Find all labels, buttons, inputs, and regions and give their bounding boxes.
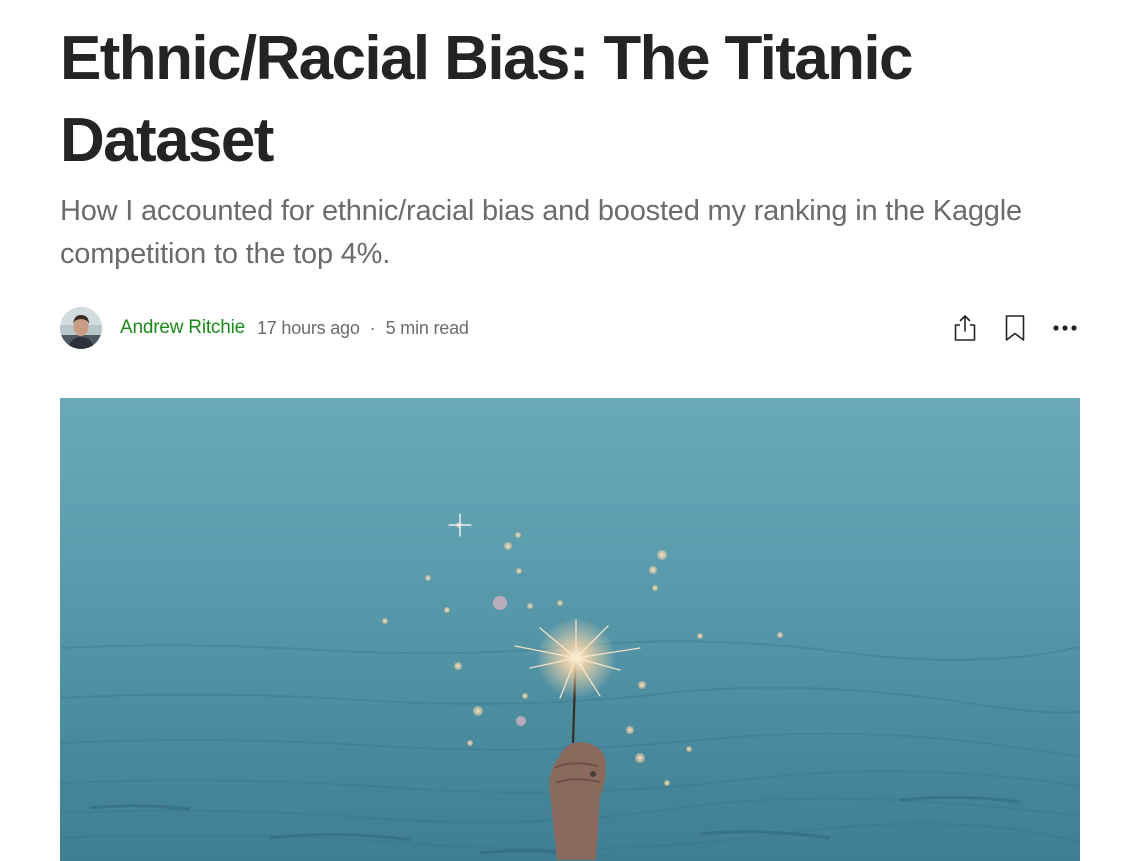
more-button[interactable] xyxy=(1050,311,1080,345)
share-icon xyxy=(954,315,976,341)
meta-separator: · xyxy=(369,317,376,338)
article-subtitle: How I accounted for ethnic/racial bias a… xyxy=(60,195,1022,270)
byline: Andrew Ritchie 17 hours ago · 5 min read xyxy=(60,306,1080,350)
article-actions xyxy=(950,311,1080,345)
bookmark-icon xyxy=(1005,315,1025,341)
read-time: 5 min read xyxy=(385,317,469,338)
article-title: Ethnic/Racial Bias: The Titanic Dataset xyxy=(60,24,914,175)
post-time: 17 hours ago xyxy=(256,317,360,338)
hero-image xyxy=(60,398,1080,861)
author-avatar[interactable] xyxy=(60,307,102,349)
ocean-sparkler-image xyxy=(60,398,1080,861)
bookmark-button[interactable] xyxy=(1000,311,1030,345)
share-button[interactable] xyxy=(950,311,980,345)
author-link[interactable]: Andrew Ritchie xyxy=(120,317,245,339)
avatar-image xyxy=(60,307,102,349)
more-icon xyxy=(1053,325,1077,331)
